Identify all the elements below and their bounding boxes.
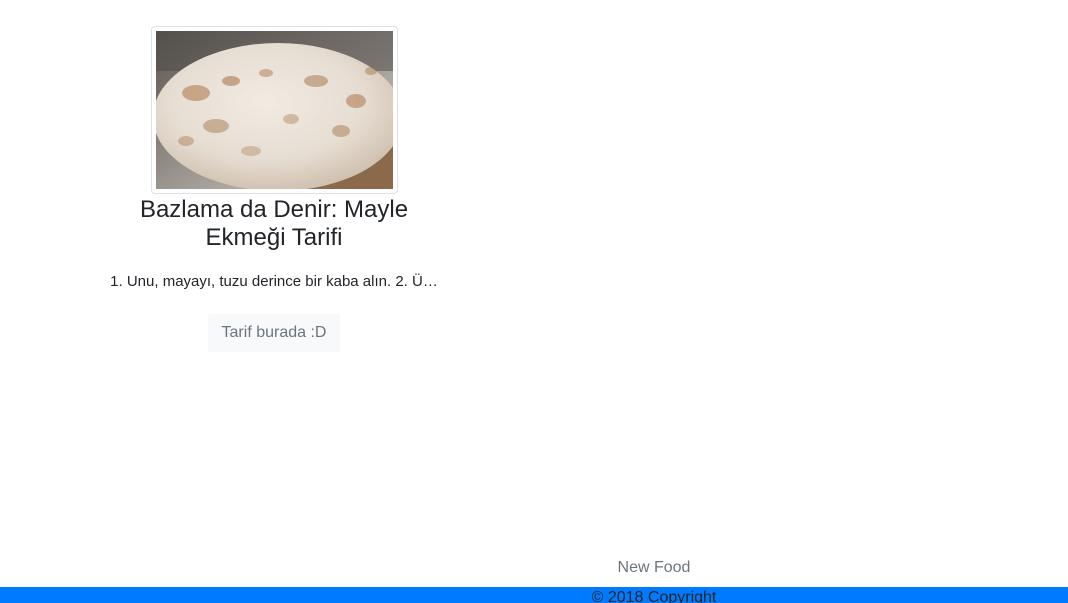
recipe-card: Bazlama da Denir: Mayle Ekmeği Tarifi 1.… <box>100 26 448 352</box>
recipe-title: Bazlama da Denir: Mayle Ekmeği Tarifi <box>139 196 409 251</box>
copyright-text: © 2018 Copyright <box>591 589 717 603</box>
footer-bar: © 2018 Copyright <box>0 587 1068 603</box>
recipe-image[interactable] <box>150 26 398 194</box>
bazlama-bread-photo <box>155 31 393 189</box>
recipe-excerpt: 1. Unu, mayayı, tuzu derince bir kaba al… <box>110 273 438 290</box>
view-recipe-button[interactable]: Tarif burada :D <box>207 314 341 352</box>
footer-nav-link[interactable]: New Food <box>0 558 1068 578</box>
page: Bazlama da Denir: Mayle Ekmeği Tarifi 1.… <box>0 0 1068 603</box>
